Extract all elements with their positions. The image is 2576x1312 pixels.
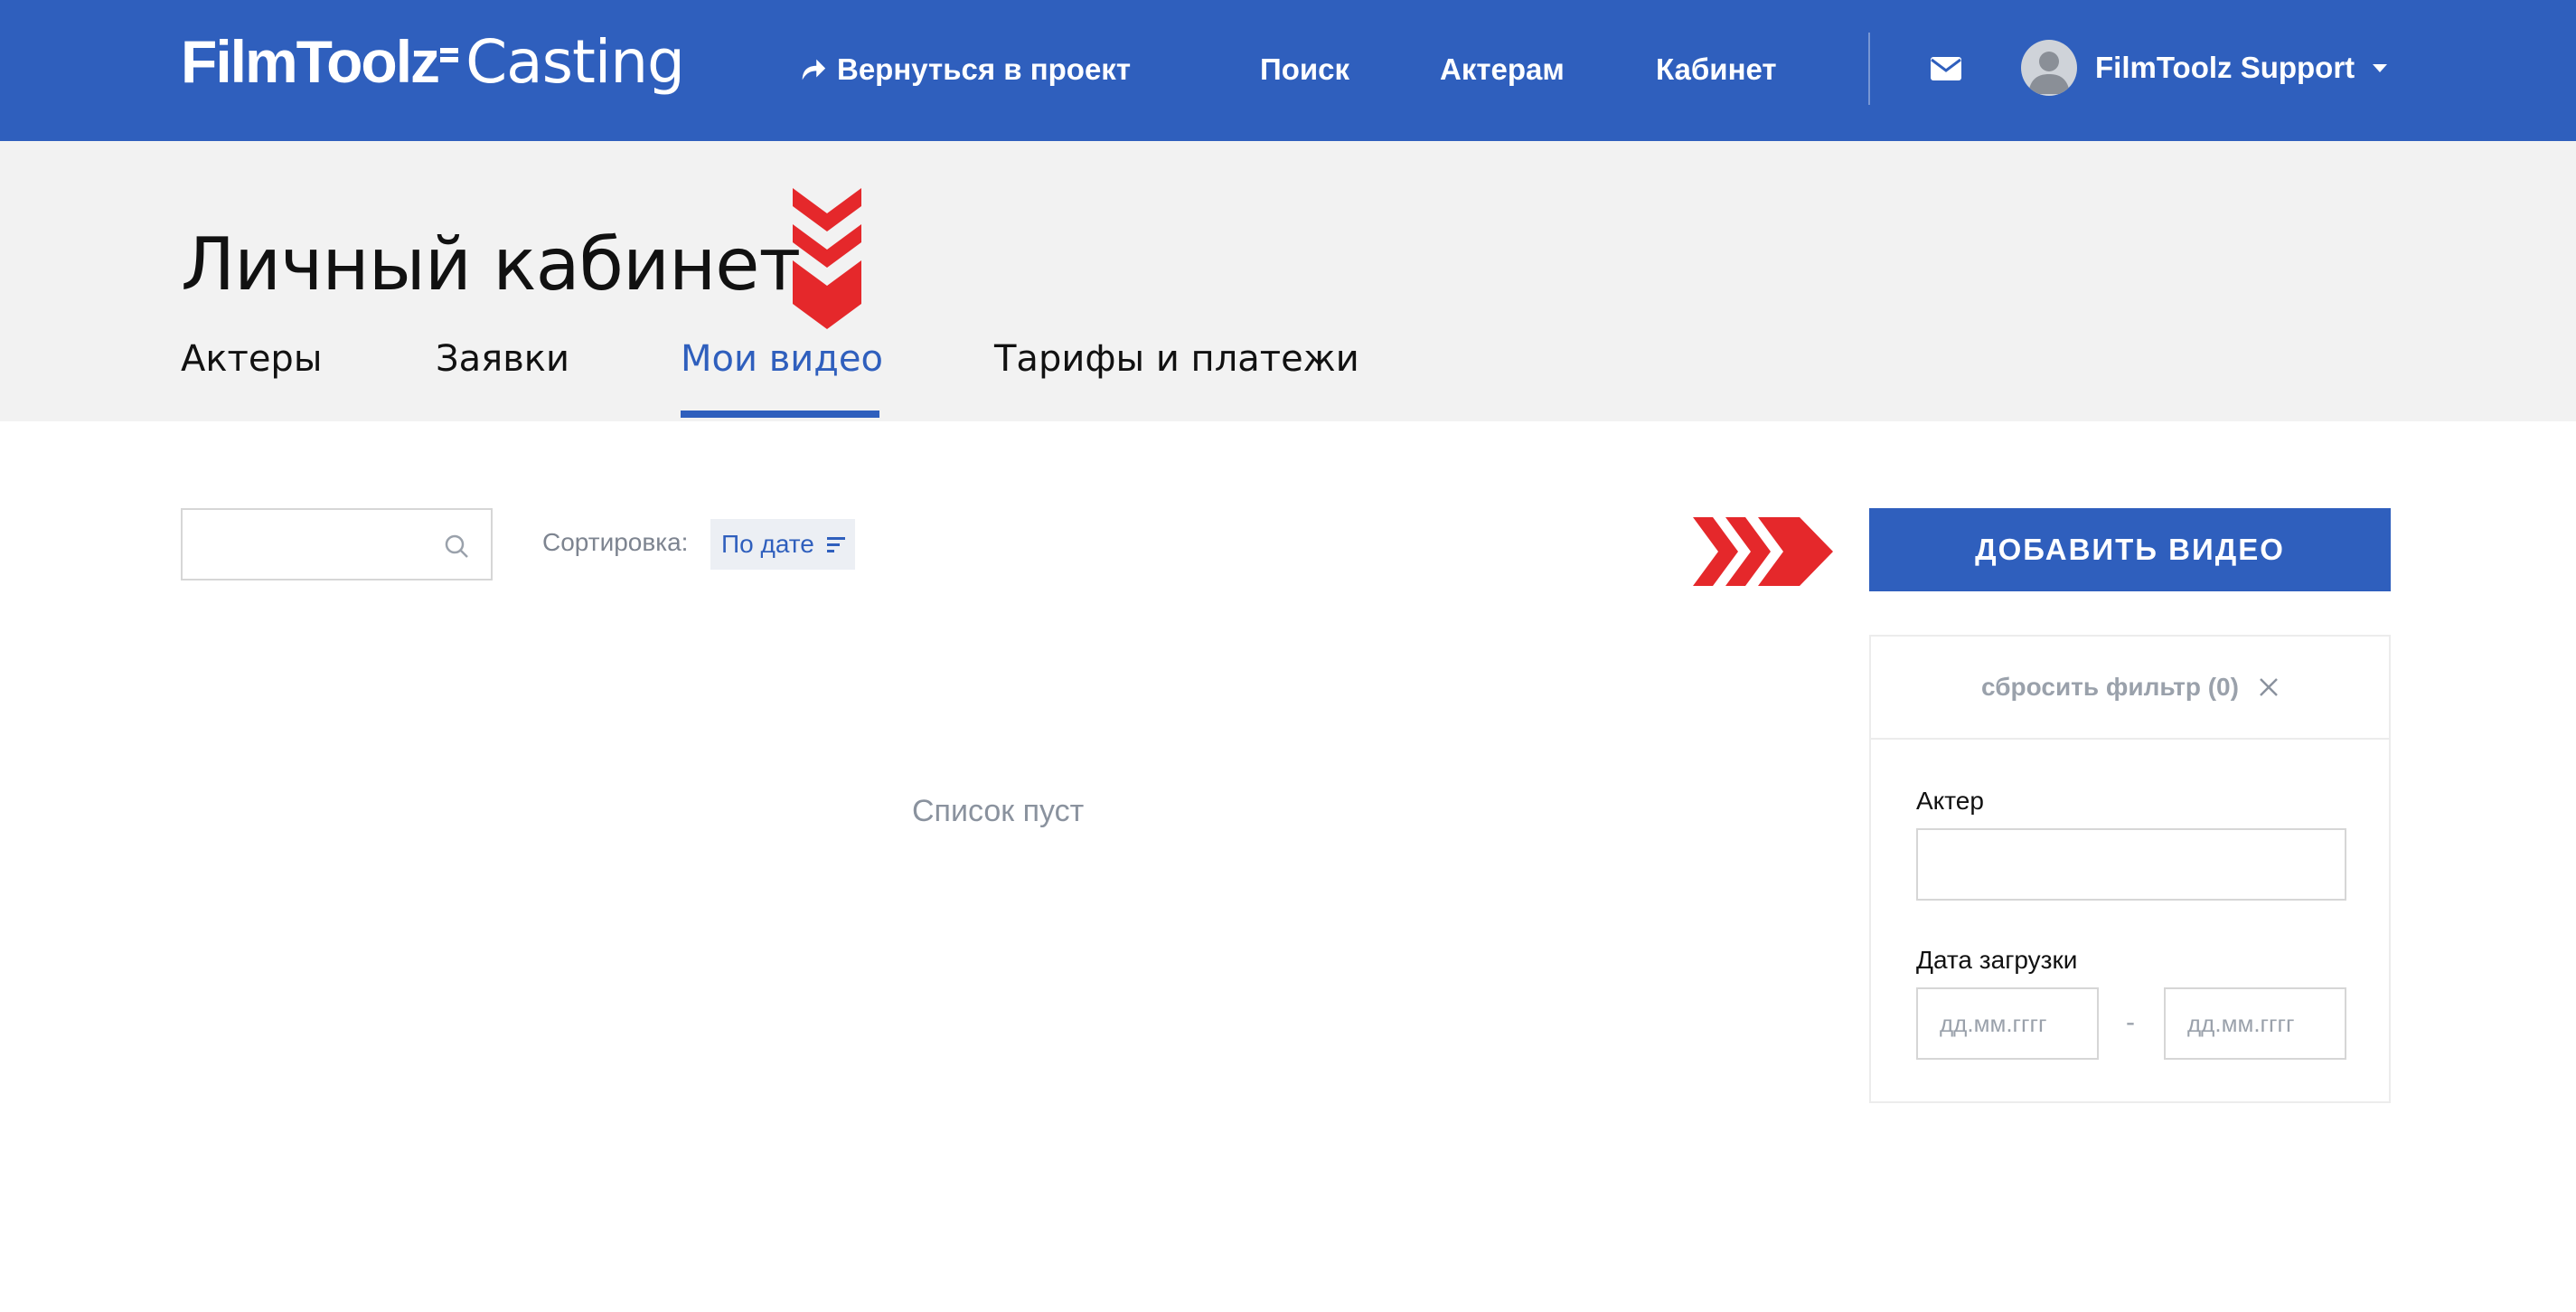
logo-bold-text: FilmToolz xyxy=(181,28,440,95)
back-to-project-label: Вернуться в проект xyxy=(837,52,1131,86)
date-separator: - xyxy=(2126,1007,2135,1037)
date-to-input[interactable] xyxy=(2164,987,2346,1060)
filter-panel: сбросить фильтр (0) Актер Дата загрузки … xyxy=(1869,635,2391,1103)
sort-select[interactable]: По дате xyxy=(710,519,855,570)
actor-label: Актер xyxy=(1916,787,1984,815)
logo[interactable]: FilmToolz Casting xyxy=(181,27,685,99)
search-icon[interactable] xyxy=(444,533,469,559)
sort-label: Сортировка: xyxy=(542,528,689,556)
tab-requests[interactable]: Заявки xyxy=(436,338,569,392)
nav-cabinet[interactable]: Кабинет xyxy=(1656,47,1777,92)
user-menu[interactable]: FilmToolz Support xyxy=(2021,38,2388,98)
page-title: Личный кабинет xyxy=(181,222,801,307)
sort-icon xyxy=(826,537,845,552)
chevrons-right-icon xyxy=(1693,517,1833,586)
caret-down-icon xyxy=(2373,63,2388,72)
cabinet-subheader: Личный кабинет Актеры Заявки Мои видео Т… xyxy=(0,141,2576,421)
chevrons-down-icon xyxy=(793,188,861,329)
avatar-icon xyxy=(2021,40,2077,96)
active-tab-indicator xyxy=(681,411,879,418)
logo-light-text: Casting xyxy=(465,27,685,97)
tab-tariffs-payments[interactable]: Тарифы и платежи xyxy=(994,338,1359,392)
actor-input[interactable] xyxy=(1916,828,2346,901)
user-name: FilmToolz Support xyxy=(2095,51,2355,84)
mail-icon[interactable] xyxy=(1930,56,1962,81)
tab-my-videos[interactable]: Мои видео xyxy=(681,338,883,392)
date-from-input[interactable] xyxy=(1916,987,2099,1060)
sort-value: По дате xyxy=(721,530,814,558)
top-nav-bar: FilmToolz Casting Вернуться в проект Пои… xyxy=(0,0,2576,141)
tab-actors[interactable]: Актеры xyxy=(181,338,322,392)
search-box xyxy=(181,508,493,580)
add-video-button[interactable]: ДОБАВИТЬ ВИДЕО xyxy=(1869,508,2391,591)
nav-divider xyxy=(1868,33,1870,105)
close-icon xyxy=(2260,678,2278,696)
reset-filter-label: сбросить фильтр (0) xyxy=(1981,673,2239,701)
empty-list-message: Список пуст xyxy=(912,794,1085,828)
reset-filter-button[interactable]: сбросить фильтр (0) xyxy=(1871,637,2389,740)
nav-search[interactable]: Поиск xyxy=(1260,47,1349,92)
reply-arrow-icon xyxy=(802,59,826,80)
upload-date-label: Дата загрузки xyxy=(1916,946,2078,974)
nav-actors[interactable]: Актерам xyxy=(1440,47,1565,92)
clapper-icon xyxy=(440,48,459,62)
search-input[interactable] xyxy=(183,510,436,579)
back-to-project-link[interactable]: Вернуться в проект xyxy=(797,47,1131,92)
